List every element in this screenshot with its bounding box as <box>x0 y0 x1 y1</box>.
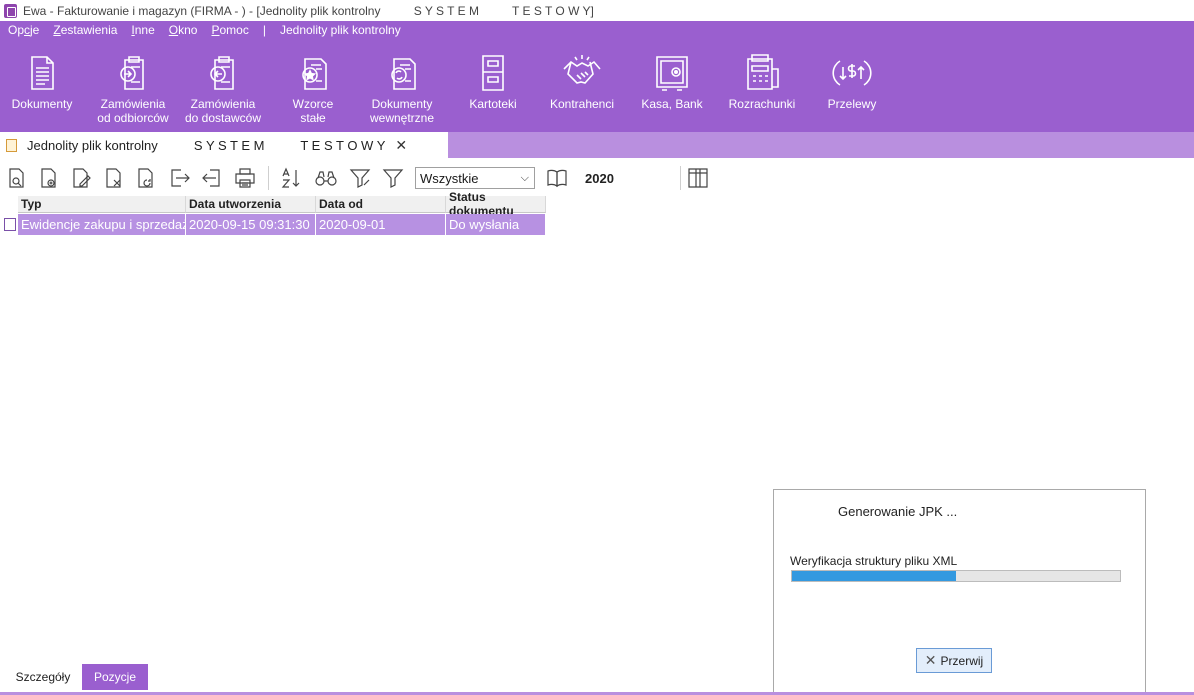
transfer-icon <box>832 60 872 86</box>
sort-button[interactable] <box>278 164 304 192</box>
import-icon <box>202 169 220 187</box>
column-header-type[interactable]: Typ <box>18 196 186 213</box>
tab-jpk[interactable]: Jednolity plik kontrolny S Y S T E M T E… <box>0 132 448 158</box>
table-row-created[interactable]: 2020-09-15 09:31:30 <box>186 214 316 235</box>
window-title: Ewa - Fakturowanie i magazyn (FIRMA - ) … <box>23 3 594 18</box>
ribbon: Dokumenty Zamówienia od odbiorców Zamówi… <box>0 39 1194 132</box>
export-icon <box>171 169 190 187</box>
toolbar-separator <box>268 166 269 190</box>
preview-button[interactable] <box>4 164 30 192</box>
menu-reports[interactable]: Zestawienia <box>53 23 117 37</box>
status-filter-select[interactable]: Wszystkie ⌵ <box>415 167 535 189</box>
filter-button[interactable] <box>380 164 406 192</box>
filter-edit-button[interactable] <box>347 164 373 192</box>
edit-button[interactable] <box>68 164 94 192</box>
document-delete-icon <box>106 168 121 188</box>
ribbon-orders-to-suppliers-button[interactable]: Zamówienia do dostawców <box>178 51 268 125</box>
ribbon-settlements-button[interactable]: Rozrachunki <box>717 51 807 111</box>
ribbon-records-button[interactable]: Kartoteki <box>448 51 538 111</box>
sort-az-icon <box>281 167 300 188</box>
print-button[interactable] <box>232 164 258 192</box>
menu-other[interactable]: Inne <box>131 23 154 37</box>
menu-context-jpk[interactable]: Jednolity plik kontrolny <box>280 23 401 37</box>
document-preview-icon <box>9 168 24 188</box>
ribbon-contractors-button[interactable]: Kontrahenci <box>537 51 627 111</box>
safe-icon <box>656 56 688 91</box>
delete-button[interactable] <box>101 164 127 192</box>
status-filter-value: Wszystkie <box>420 170 479 186</box>
column-header-created[interactable]: Data utworzenia <box>186 196 316 213</box>
document-icon <box>31 56 54 90</box>
document-tab-strip: Jednolity plik kontrolny S Y S T E M T E… <box>0 132 1194 158</box>
add-button[interactable] <box>36 164 62 192</box>
book-button[interactable] <box>544 164 570 192</box>
tab-items[interactable]: Pozycje <box>82 664 148 690</box>
tab-title: Jednolity plik kontrolny S Y S T E M T E… <box>27 137 386 153</box>
progress-bar <box>791 570 1121 582</box>
register-icon <box>747 54 779 90</box>
refresh-button[interactable] <box>133 164 159 192</box>
column-header-date-from[interactable]: Data od <box>316 196 446 213</box>
toolbar: Wszystkie ⌵ 2020 <box>0 160 1194 196</box>
printer-icon <box>235 168 255 188</box>
menu-window[interactable]: Okno <box>169 23 198 37</box>
column-header-status[interactable]: Status dokumentu <box>446 190 546 218</box>
order-incoming-icon <box>120 56 144 90</box>
cabinet-icon <box>482 55 504 91</box>
columns-icon <box>688 168 708 188</box>
template-star-icon <box>302 58 327 90</box>
menu-bar: Opcje Zestawienia Inne Okno Pomoc | Jedn… <box>0 21 1194 39</box>
year-label: 2020 <box>585 171 614 186</box>
menu-help[interactable]: Pomoc <box>211 23 248 37</box>
toolbar-separator <box>680 166 681 190</box>
ribbon-templates-button[interactable]: Wzorce stałe <box>268 51 358 125</box>
export-button[interactable] <box>166 164 192 192</box>
row-checkbox[interactable] <box>4 218 16 231</box>
ribbon-internal-documents-button[interactable]: Dokumenty wewnętrzne <box>357 51 447 125</box>
document-refresh-icon <box>138 168 153 188</box>
handshake-icon <box>563 55 601 84</box>
progress-fill <box>792 571 956 581</box>
dialog-message: Weryfikacja struktury pliku XML <box>790 554 958 568</box>
book-icon <box>547 169 567 188</box>
table-row-date-from[interactable]: 2020-09-01 <box>316 214 446 235</box>
table-row-status[interactable]: Do wysłania <box>446 214 546 235</box>
ribbon-orders-from-customers-button[interactable]: Zamówienia od odbiorców <box>88 51 178 125</box>
table-row-type[interactable]: Ewidencje zakupu i sprzedaży <box>18 214 186 235</box>
filter-icon <box>382 169 404 188</box>
ribbon-transfers-button[interactable]: Przelewy <box>807 51 897 111</box>
menu-separator: | <box>262 23 266 37</box>
internal-document-icon <box>391 58 416 90</box>
ribbon-documents-button[interactable]: Dokumenty <box>0 51 87 111</box>
binoculars-icon <box>315 171 337 186</box>
order-outgoing-icon <box>210 56 234 90</box>
close-icon[interactable]: ✕ <box>395 137 407 154</box>
document-tab-icon <box>6 138 17 152</box>
document-add-icon <box>41 168 56 188</box>
tab-details[interactable]: Szczegóły <box>6 664 80 690</box>
dialog-title: Generowanie JPK ... <box>838 504 958 519</box>
title-bar: Ewa - Fakturowanie i magazyn (FIRMA - ) … <box>0 0 1194 21</box>
ribbon-cash-bank-button[interactable]: Kasa, Bank <box>627 51 717 111</box>
columns-button[interactable] <box>685 164 711 192</box>
menu-options[interactable]: Opcje <box>8 23 39 37</box>
app-icon <box>4 3 17 18</box>
search-button[interactable] <box>313 164 339 192</box>
filter-edit-icon <box>349 169 371 188</box>
import-button[interactable] <box>199 164 225 192</box>
bottom-tab-bar: Szczegóły Pozycje <box>0 664 1194 695</box>
chevron-down-icon: ⌵ <box>520 172 529 184</box>
document-edit-icon <box>73 168 91 188</box>
